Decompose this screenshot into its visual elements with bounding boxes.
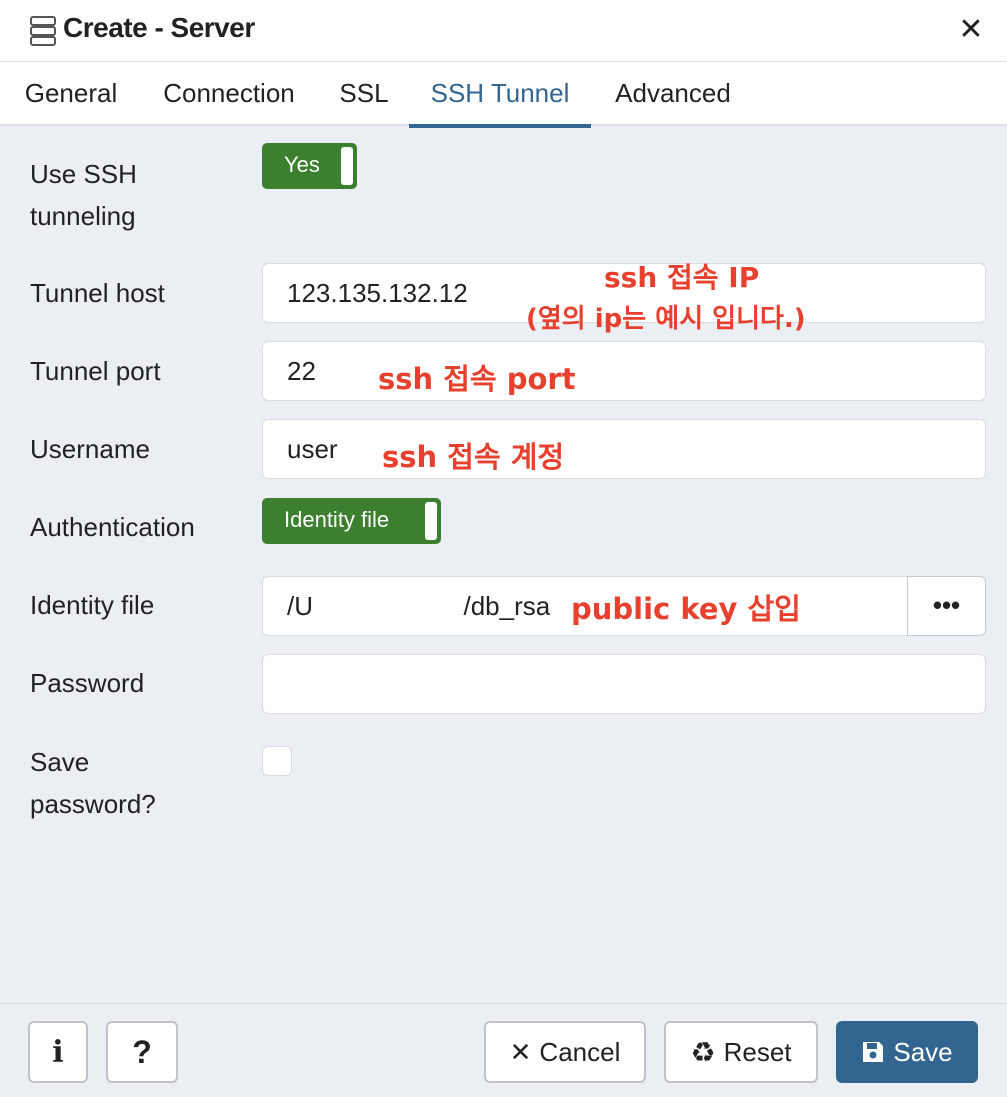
close-button[interactable]: ✕ xyxy=(952,10,990,50)
use-ssh-label-line2: tunneling xyxy=(30,201,136,231)
use-ssh-toggle-label: Yes xyxy=(284,152,320,177)
tab-ssl[interactable]: SSL xyxy=(330,62,398,126)
tunnel-port-label: Tunnel port xyxy=(30,356,161,386)
server-icon xyxy=(30,16,56,46)
close-icon: ✕ xyxy=(509,1036,532,1067)
save-password-label-line1: Save xyxy=(30,747,90,777)
tab-bar: General Connection SSL SSH Tunnel Advanc… xyxy=(0,62,1007,128)
tab-general[interactable]: General xyxy=(14,62,128,126)
annotation-port: ssh 접속 port xyxy=(378,362,576,396)
more-icon[interactable]: ••• xyxy=(933,590,960,620)
help-button[interactable]: ? xyxy=(106,1021,178,1083)
toggle-knob xyxy=(341,147,353,185)
close-icon[interactable]: ✕ xyxy=(958,13,983,46)
username-input[interactable]: user xyxy=(262,419,986,479)
browse-file-button[interactable]: ••• xyxy=(907,576,986,636)
save-label: Save xyxy=(893,1036,953,1067)
username-label: Username xyxy=(30,434,150,464)
tab-connection[interactable]: Connection xyxy=(148,62,310,126)
annotation-host-line1: ssh 접속 IP xyxy=(604,261,760,294)
use-ssh-toggle[interactable]: Yes xyxy=(262,143,357,189)
annotation-identity: public key 삽입 xyxy=(571,592,801,626)
save-password-label-line2: password? xyxy=(30,789,156,819)
authentication-toggle-label: Identity file xyxy=(284,507,390,532)
info-icon[interactable]: i xyxy=(52,1035,63,1070)
floppy-disk-icon xyxy=(861,1040,885,1064)
authentication-toggle[interactable]: Identity file xyxy=(262,498,441,544)
use-ssh-label: Use SSH tunneling xyxy=(30,153,137,237)
tunnel-host-label: Tunnel host xyxy=(30,278,165,308)
identity-file-suffix: /db_rsa xyxy=(463,591,551,621)
use-ssh-label-line1: Use SSH xyxy=(30,159,137,189)
toggle-knob xyxy=(425,502,437,540)
password-label: Password xyxy=(30,668,145,698)
help-icon[interactable]: ? xyxy=(132,1034,152,1071)
identity-file-label: Identity file xyxy=(30,590,155,620)
cancel-label: Cancel xyxy=(539,1036,621,1067)
save-password-label: Save password? xyxy=(30,741,156,825)
annotation-host-line2: (옆의 ip는 예시 입니다.) xyxy=(526,304,806,334)
create-server-dialog: Create - Server ✕ General Connection SSL… xyxy=(0,0,1007,1097)
save-password-checkbox[interactable] xyxy=(262,746,292,776)
info-button[interactable]: i xyxy=(28,1021,88,1083)
identity-file-prefix: /U xyxy=(287,591,313,621)
reset-button[interactable]: ♻ Reset xyxy=(664,1021,818,1083)
reset-label: Reset xyxy=(723,1036,792,1067)
save-button[interactable]: Save xyxy=(836,1021,978,1083)
title-bar: Create - Server ✕ xyxy=(0,0,1007,62)
tab-ssh-tunnel[interactable]: SSH Tunnel xyxy=(409,62,591,128)
dialog-title: Create - Server xyxy=(63,12,255,43)
password-input[interactable] xyxy=(262,654,986,714)
tab-advanced[interactable]: Advanced xyxy=(602,62,744,126)
annotation-username: ssh 접속 계정 xyxy=(382,440,565,474)
recycle-icon: ♻ xyxy=(690,1036,716,1068)
tunnel-port-input[interactable]: 22 xyxy=(262,341,986,401)
cancel-button[interactable]: ✕ Cancel xyxy=(484,1021,646,1083)
authentication-label: Authentication xyxy=(30,512,195,542)
